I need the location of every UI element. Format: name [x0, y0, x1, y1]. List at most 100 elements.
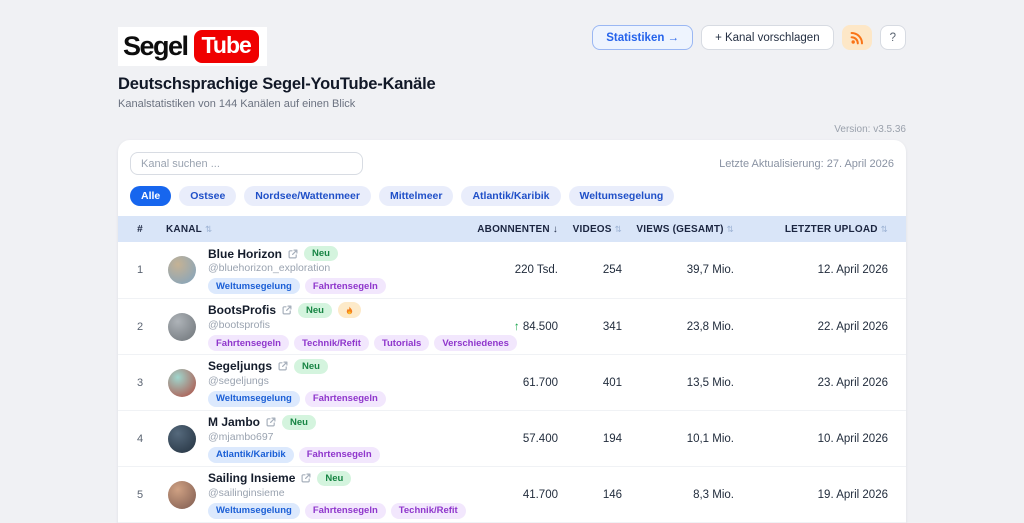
page-subtitle: Kanalstatistiken von 144 Kanälen auf ein… — [118, 98, 906, 110]
column-header: # — [118, 224, 162, 235]
topbar: Segel Tube Deutschsprachige Segel-YouTub… — [118, 0, 906, 110]
trend-up-arrow: ↑ — [514, 321, 523, 333]
suggest-channel-button[interactable]: + Kanal vorschlagen — [701, 25, 834, 50]
videos-cell: 401 — [562, 377, 626, 389]
table-row[interactable]: 2 BootsProfis Neu — [118, 298, 906, 354]
rss-feed-button[interactable] — [842, 25, 872, 50]
channel-avatar — [168, 369, 196, 397]
channel-handle: @bootsprofis — [208, 319, 442, 331]
channel-tags: Atlantik/Karibik Fahrtensegeln — [208, 447, 380, 463]
category-tag[interactable]: Weltumsegelung — [208, 278, 300, 294]
table-row[interactable]: 5 Sailing Insieme Neu @sailinginsieme — [118, 466, 906, 522]
column-header[interactable]: VIDEOS⇅ — [562, 224, 626, 235]
channel-name-link[interactable]: Sailing Insieme — [208, 471, 295, 485]
segeltube-logo[interactable]: Segel Tube — [118, 27, 267, 66]
filter-pill-mittelmeer[interactable]: Mittelmeer — [379, 186, 454, 206]
category-tag[interactable]: Verschiedenes — [434, 335, 517, 351]
external-link-icon[interactable] — [282, 305, 292, 315]
channel-tags: Weltumsegelung Fahrtensegeln — [208, 278, 386, 294]
table-body: 1 Blue Horizon Neu @bluehorizon_explorat… — [118, 242, 906, 523]
channel-tags: Weltumsegelung Fahrtensegeln — [208, 391, 386, 407]
category-tag[interactable]: Weltumsegelung — [208, 391, 300, 407]
page-title: Deutschsprachige Segel-YouTube-Kanäle — [118, 75, 906, 94]
external-link-icon[interactable] — [266, 417, 276, 427]
external-link-icon[interactable] — [301, 473, 311, 483]
videos-cell: 194 — [562, 433, 626, 445]
rss-icon — [850, 31, 864, 45]
external-link-icon[interactable] — [288, 249, 298, 259]
channel-name-link[interactable]: BootsProfis — [208, 303, 276, 317]
external-link-icon[interactable] — [278, 361, 288, 371]
channel-info: Sailing Insieme Neu @sailinginsieme Welt… — [208, 471, 442, 519]
new-badge: Neu — [294, 359, 328, 374]
category-tag[interactable]: Atlantik/Karibik — [208, 447, 294, 463]
channel-info: Blue Horizon Neu @bluehorizon_exploratio… — [208, 246, 386, 294]
row-rank: 2 — [118, 321, 162, 333]
row-rank: 3 — [118, 377, 162, 389]
filter-pill-weltumsegelung[interactable]: Weltumsegelung — [569, 186, 675, 206]
views-cell: 8,3 Mio. — [626, 489, 738, 501]
header-actions: Statistiken → + Kanal vorschlagen ? — [592, 25, 906, 50]
table-row[interactable]: 3 Segeljungs Neu @segeljungs Weltumseg — [118, 354, 906, 410]
channel-name-link[interactable]: M Jambo — [208, 415, 260, 429]
filter-pill-atlantik-karibik[interactable]: Atlantik/Karibik — [461, 186, 560, 206]
channel-cell: BootsProfis Neu — [162, 302, 442, 351]
category-tag[interactable]: Fahrtensegeln — [305, 391, 386, 407]
filter-pill-alle[interactable]: Alle — [130, 186, 171, 206]
version-label: Version: v3.5.36 — [118, 124, 906, 135]
sort-icon: ⇅ — [205, 224, 212, 235]
channel-cell: Segeljungs Neu @segeljungs Weltumsegelun… — [162, 359, 442, 407]
videos-cell: 341 — [562, 321, 626, 333]
column-header[interactable]: KANAL⇅ — [162, 224, 442, 235]
channel-cell: Sailing Insieme Neu @sailinginsieme Welt… — [162, 471, 442, 519]
views-cell: 39,7 Mio. — [626, 264, 738, 276]
upload-cell: 19. April 2026 — [738, 489, 906, 501]
channel-avatar — [168, 481, 196, 509]
category-tag[interactable]: Technik/Refit — [294, 335, 369, 351]
column-header[interactable]: VIEWS (GESAMT)⇅ — [626, 224, 738, 235]
column-header[interactable]: LETZTER UPLOAD⇅ — [738, 224, 906, 235]
category-tag[interactable]: Technik/Refit — [391, 503, 466, 519]
statistics-button[interactable]: Statistiken → — [592, 25, 693, 50]
channel-table-card: Letzte Aktualisierung: 27. April 2026 Al… — [118, 140, 906, 523]
table-row[interactable]: 1 Blue Horizon Neu @bluehorizon_explorat… — [118, 242, 906, 298]
column-header[interactable]: ABONNENTEN↓ — [442, 224, 562, 235]
channel-name-link[interactable]: Blue Horizon — [208, 247, 282, 261]
category-tag[interactable]: Fahrtensegeln — [299, 447, 380, 463]
channel-avatar — [168, 425, 196, 453]
channel-handle: @bluehorizon_exploration — [208, 262, 386, 274]
search-input[interactable] — [130, 152, 363, 175]
category-tag[interactable]: Weltumsegelung — [208, 503, 300, 519]
subscribers-cell: 41.700 — [442, 489, 562, 501]
channel-handle: @mjambo697 — [208, 431, 380, 443]
subscribers-cell: 220 Tsd. — [442, 264, 562, 276]
channel-info: BootsProfis Neu — [208, 302, 442, 351]
channel-cell: Blue Horizon Neu @bluehorizon_exploratio… — [162, 246, 442, 294]
views-cell: 10,1 Mio. — [626, 433, 738, 445]
category-tag[interactable]: Fahrtensegeln — [305, 278, 386, 294]
row-rank: 4 — [118, 433, 162, 445]
row-rank: 5 — [118, 489, 162, 501]
new-badge: Neu — [282, 415, 316, 430]
upload-cell: 10. April 2026 — [738, 433, 906, 445]
upload-cell: 23. April 2026 — [738, 377, 906, 389]
channel-name-link[interactable]: Segeljungs — [208, 359, 272, 373]
category-tag[interactable]: Tutorials — [374, 335, 429, 351]
help-button[interactable]: ? — [880, 25, 906, 50]
subscribers-cell: ↑ 84.500 — [442, 321, 562, 333]
category-tag[interactable]: Fahrtensegeln — [305, 503, 386, 519]
sort-icon: ⇅ — [727, 224, 734, 235]
category-tag[interactable]: Fahrtensegeln — [208, 335, 289, 351]
subscribers-cell: 57.400 — [442, 433, 562, 445]
filter-pill-ostsee[interactable]: Ostsee — [179, 186, 236, 206]
page: Segel Tube Deutschsprachige Segel-YouTub… — [0, 0, 1024, 523]
videos-cell: 254 — [562, 264, 626, 276]
table-header-row: #KANAL⇅ABONNENTEN↓VIDEOS⇅VIEWS (GESAMT)⇅… — [118, 216, 906, 242]
channel-avatar — [168, 256, 196, 284]
sort-icon: ⇅ — [615, 224, 622, 235]
filter-pill-nordsee-wattenmeer[interactable]: Nordsee/Wattenmeer — [244, 186, 371, 206]
logo-text-segel: Segel — [123, 31, 188, 62]
channel-tags: WeltumsegelungFahrtensegelnTechnik/Refit — [208, 503, 442, 519]
subscribers-cell: 61.700 — [442, 377, 562, 389]
table-row[interactable]: 4 M Jambo Neu @mjambo697 Atlantik/Kari — [118, 410, 906, 466]
